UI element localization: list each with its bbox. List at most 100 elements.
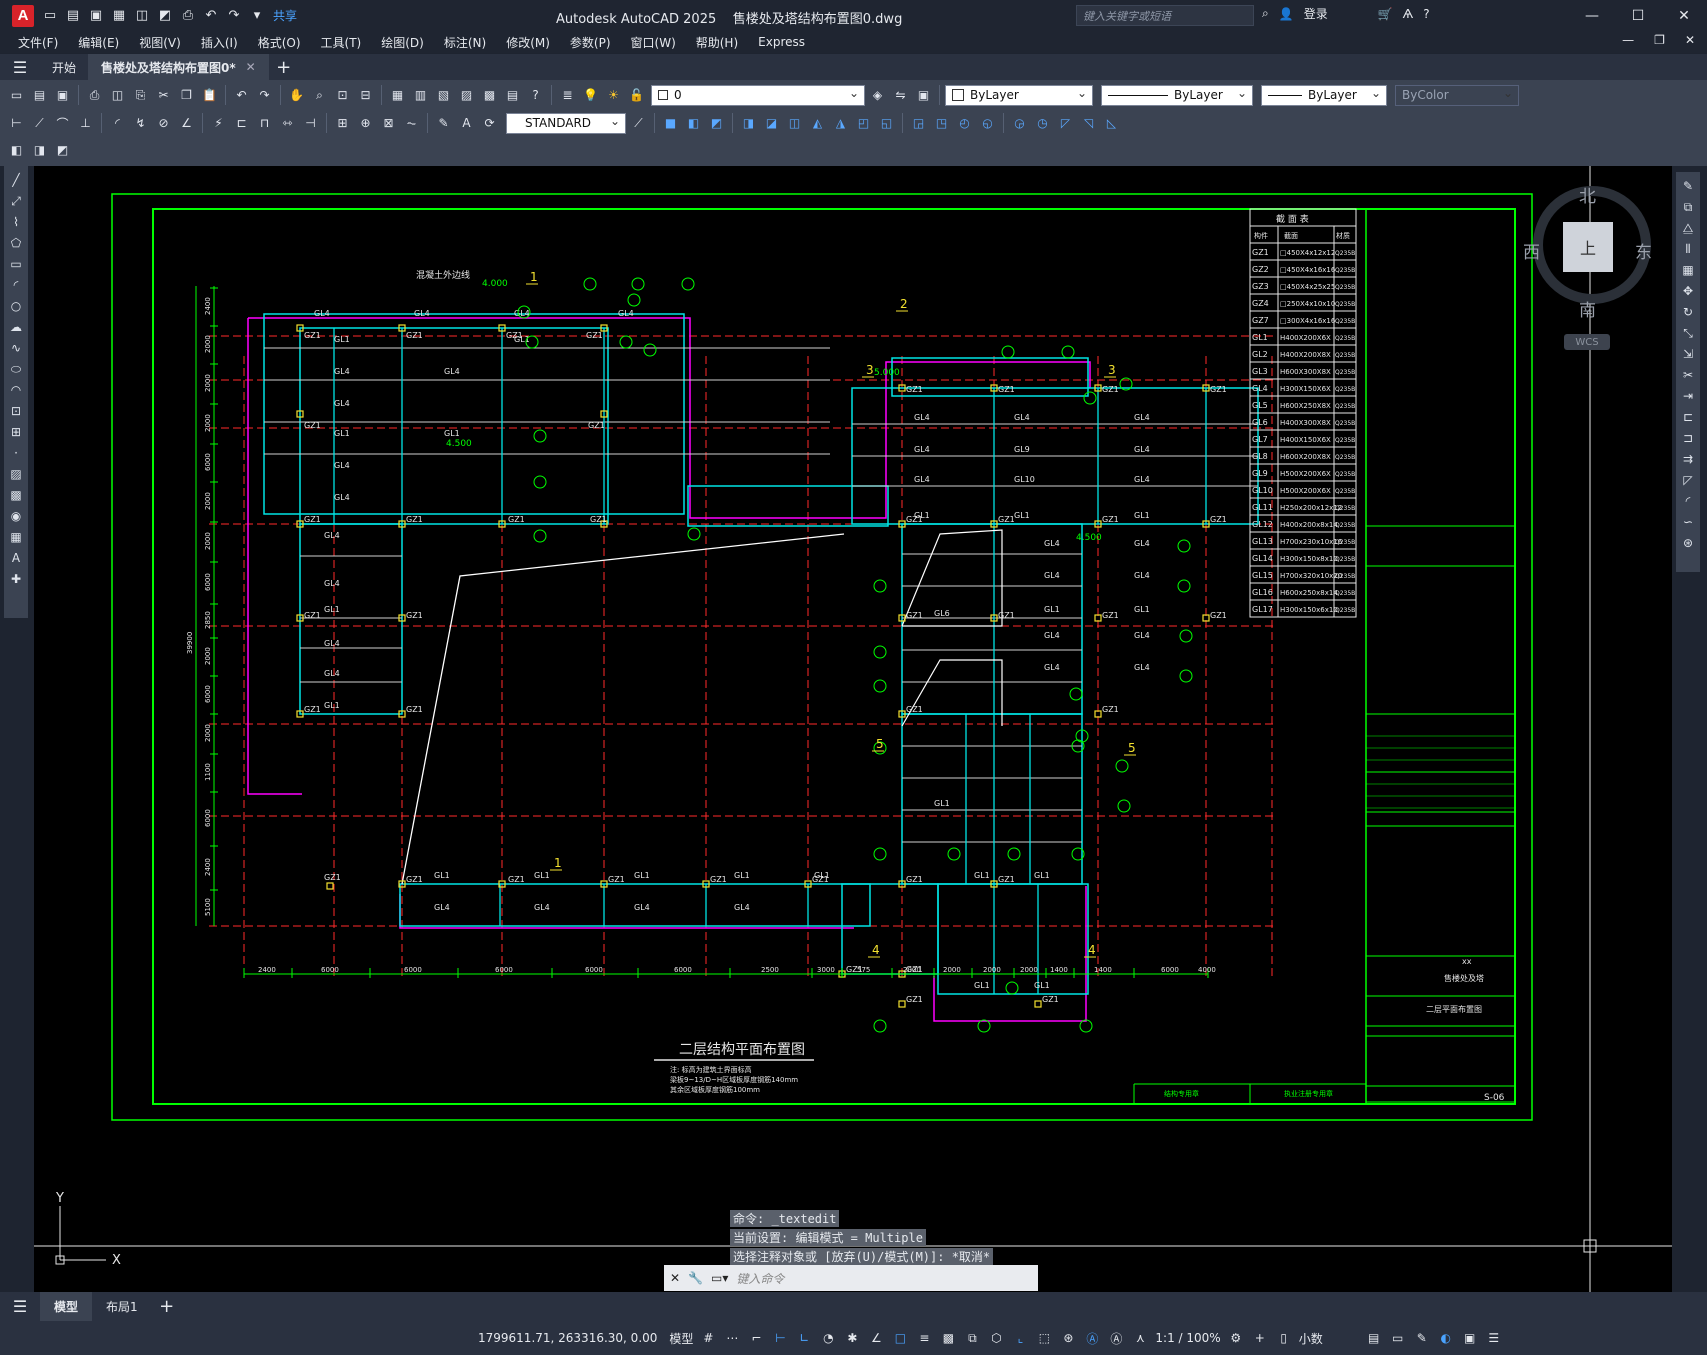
close-icon[interactable]: ✕ (1661, 0, 1707, 31)
rectangle-icon[interactable]: ▭ (6, 254, 26, 274)
qnew-icon[interactable]: ▭ (6, 85, 27, 106)
save-icon[interactable]: ▣ (52, 85, 73, 106)
ellipse-arc-icon[interactable]: ◠ (6, 380, 26, 400)
dim-text-edit-icon[interactable]: A (456, 113, 477, 134)
make-block-icon[interactable]: ⊞ (6, 422, 26, 442)
center-mark-icon[interactable]: ⊕ (355, 113, 376, 134)
wcs-menu[interactable]: WCS (1564, 334, 1610, 350)
dimstyle-dropdown[interactable]: STANDARD (506, 112, 626, 134)
clean-icon[interactable]: ◹ (1078, 113, 1099, 134)
color-dropdown[interactable]: ByLayer (945, 84, 1093, 106)
maximize-icon[interactable]: ☐ (1615, 0, 1661, 31)
login-button[interactable]: 登录 (1304, 5, 1328, 22)
arc-length-icon[interactable]: ⌒ (52, 113, 73, 134)
solid-edit-icon[interactable]: ◶ (1009, 113, 1030, 134)
menu-item[interactable]: 视图(V) (139, 34, 181, 51)
search-input[interactable]: 键入关键字或短语 (1076, 5, 1254, 26)
presspull-icon[interactable]: ◪ (761, 113, 782, 134)
insert-block-icon[interactable]: ⊡ (6, 401, 26, 421)
properties-icon[interactable]: ▦ (387, 85, 408, 106)
tab-start[interactable]: 开始 (40, 54, 90, 80)
slice-icon[interactable]: ◲ (908, 113, 929, 134)
chamfer-icon[interactable]: ◸ (1678, 470, 1698, 490)
graphics-performance-icon[interactable]: ◐ (1437, 1331, 1455, 1345)
ortho-icon[interactable]: ∟ (795, 1331, 813, 1345)
new-file-icon[interactable]: ▭ (40, 6, 60, 26)
coordinate-readout[interactable]: 1799611.71, 263316.30, 0.00 (478, 1331, 657, 1345)
selection-filter-icon[interactable]: ⬚ (1035, 1331, 1053, 1345)
revolve-icon[interactable]: ◭ (807, 113, 828, 134)
tab-layout1[interactable]: 布局1 (92, 1292, 152, 1321)
save-as-icon[interactable]: ▦ (109, 6, 129, 26)
tool-palettes-icon[interactable]: ▧ (433, 85, 454, 106)
drawing-svg[interactable]: GL4 GL4 GL4 GL4 GL1 GL1 GL4 GL4 GL4 GL1 GL1 GL4 GL4 G… (34, 166, 1672, 1292)
close-tab-icon[interactable]: ✕ (246, 60, 256, 74)
check-icon[interactable]: ◺ (1101, 113, 1122, 134)
menu-item[interactable]: 工具(T) (321, 34, 362, 51)
layer-properties-icon[interactable]: ≣ (557, 85, 578, 106)
3d-osnap-icon[interactable]: ⬡ (987, 1331, 1005, 1345)
zoom-previous-icon[interactable]: ⊟ (355, 85, 376, 106)
viewcube-top-face[interactable]: 上 (1563, 222, 1613, 272)
save-icon[interactable]: ▣ (86, 6, 106, 26)
doc-close-icon[interactable]: ✕ (1685, 33, 1695, 47)
search-icon[interactable]: ⌕ (1262, 6, 1269, 21)
stretch-icon[interactable]: ⇲ (1678, 344, 1698, 364)
union-icon[interactable]: ◰ (853, 113, 874, 134)
circle-icon[interactable]: ○ (6, 296, 26, 316)
copy-icon[interactable]: ❐ (176, 85, 197, 106)
layer-tools-icon[interactable]: ◩ (52, 140, 73, 161)
help-icon[interactable]: ? (525, 85, 546, 106)
offset-icon[interactable]: ⫴ (1678, 239, 1698, 259)
undo-icon[interactable]: ↶ (201, 6, 221, 26)
menu-item[interactable]: 编辑(E) (78, 34, 119, 51)
isodraft-icon[interactable]: ✱ (843, 1331, 861, 1345)
grid-icon[interactable]: # (699, 1331, 717, 1345)
quick-dim-icon[interactable]: ⚡ (208, 113, 229, 134)
continue-dim-icon[interactable]: ⊓ (254, 113, 275, 134)
layer-previous-icon[interactable]: ⇋ (890, 85, 911, 106)
share-button[interactable]: 共享 (273, 7, 297, 24)
drawing-canvas[interactable]: GL4 GL4 GL4 GL4 GL1 GL1 GL4 GL4 GL4 GL1 GL1 GL4 GL4 G… (34, 166, 1672, 1292)
lock-ui-icon[interactable]: ▭ (1389, 1331, 1407, 1345)
layout-menu-icon[interactable]: ☰ (0, 1297, 40, 1316)
shell-icon[interactable]: ◷ (1032, 113, 1053, 134)
linetype-dropdown[interactable]: ByLayer (1101, 84, 1253, 106)
dynamic-ucs-icon[interactable]: ⌞ (1011, 1331, 1029, 1345)
paste-icon[interactable]: 📋 (199, 85, 220, 106)
calculator-icon[interactable]: ▤ (502, 85, 523, 106)
polyline-icon[interactable]: ⌇ (6, 212, 26, 232)
units-dropdown[interactable]: 小数 (1299, 1330, 1359, 1347)
annotation-visibility-icon[interactable]: Ⓐ (1083, 1330, 1101, 1347)
infer-constraints-icon[interactable]: ⌐ (747, 1331, 765, 1345)
tab-model[interactable]: 模型 (40, 1292, 93, 1321)
workspace-icon[interactable]: ⚙ (1227, 1331, 1245, 1345)
baseline-dim-icon[interactable]: ⊏ (231, 113, 252, 134)
spline-icon[interactable]: ∿ (6, 338, 26, 358)
dim-update-icon[interactable]: ⟳ (479, 113, 500, 134)
lineweight-icon[interactable]: ≡ (915, 1331, 933, 1345)
open-file-icon[interactable]: ▤ (63, 6, 83, 26)
tab-document[interactable]: 售楼处及塔结构布置图0* ✕ (89, 54, 269, 80)
snap-icon[interactable]: ⋯ (723, 1331, 741, 1345)
pan-icon[interactable]: ✋ (286, 85, 307, 106)
construction-line-icon[interactable]: ⤢ (6, 191, 26, 211)
command-history-icon[interactable]: ▭▾ (711, 1271, 728, 1285)
menu-icon[interactable]: ☰ (0, 58, 40, 77)
command-line[interactable]: ✕ 🔧 ▭▾ 键入命令 (664, 1265, 1038, 1291)
angular-dim-icon[interactable]: ∠ (176, 113, 197, 134)
ellipse-icon[interactable]: ⬭ (6, 359, 26, 379)
web-open-icon[interactable]: ◫ (132, 6, 152, 26)
markup-icon[interactable]: ▩ (479, 85, 500, 106)
polygon-icon[interactable]: ⬠ (6, 233, 26, 253)
zoom-realtime-icon[interactable]: ⌕ (309, 85, 330, 106)
hatch-icon[interactable]: ▨ (6, 464, 26, 484)
user-icon[interactable]: 👤 (1279, 7, 1294, 21)
layer-lock-icon[interactable]: 🔓 (626, 85, 647, 106)
viewcube-west[interactable]: 西 (1523, 238, 1540, 263)
model-space-button[interactable]: 模型 (669, 1330, 693, 1347)
trim-icon[interactable]: ✂ (1678, 365, 1698, 385)
customization-icon[interactable]: ☰ (1485, 1331, 1503, 1345)
arc-icon[interactable]: ◜ (6, 275, 26, 295)
menu-item[interactable]: 插入(I) (201, 34, 238, 51)
